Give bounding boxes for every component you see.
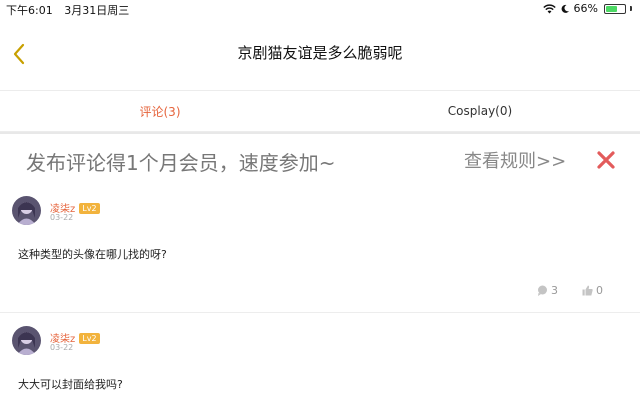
wifi-icon	[542, 3, 556, 13]
tab-cosplay[interactable]: Cosplay(0)	[320, 91, 640, 131]
battery-cap	[630, 6, 632, 11]
status-time: 下午6:01	[6, 4, 53, 17]
avatar[interactable]	[12, 326, 41, 355]
tab-bar: 评论(3) Cosplay(0)	[0, 90, 640, 132]
avatar-image	[12, 326, 41, 355]
level-badge: Lv2	[79, 203, 100, 214]
comment-date: 03-22	[50, 213, 74, 222]
tab-comments[interactable]: 评论(3)	[0, 91, 320, 131]
promo-banner: 发布评论得1个月会员，速度参加~ 查看规则>>	[0, 132, 640, 184]
like-count: 0	[596, 284, 603, 297]
comment-date: 03-22	[50, 343, 74, 352]
thumbs-up-icon	[582, 285, 593, 296]
view-rules-link[interactable]: 查看规则>>	[464, 147, 566, 173]
status-right: 66%	[542, 2, 632, 15]
comment-text: 这种类型的头像在哪儿找的呀?	[18, 248, 167, 261]
reply-button[interactable]: 3	[537, 284, 558, 297]
status-left: 下午6:01 3月31日周三	[6, 2, 137, 18]
comment-item: 凌柒z Lv2 03-22 大大可以封面给我吗?	[0, 320, 640, 412]
page-title: 京剧猫友谊是多么脆弱呢	[237, 44, 403, 62]
comment-item: 凌柒z Lv2 03-22 这种类型的头像在哪儿找的呀? 3 0	[0, 190, 640, 313]
comment-bubble-icon	[538, 285, 547, 296]
status-date: 3月31日周三	[64, 4, 130, 17]
battery-fill	[606, 5, 618, 12]
like-button[interactable]: 0	[582, 284, 603, 297]
level-badge: Lv2	[79, 333, 100, 344]
avatar-image	[12, 196, 41, 225]
close-icon	[597, 151, 615, 169]
avatar[interactable]	[12, 196, 41, 225]
comment-text: 大大可以封面给我吗?	[18, 378, 123, 391]
banner-close-button[interactable]	[596, 150, 616, 170]
battery-icon	[604, 3, 626, 14]
banner-text: 发布评论得1个月会员，速度参加~	[26, 151, 336, 175]
battery-percent: 66%	[573, 2, 598, 15]
nav-bar: 京剧猫友谊是多么脆弱呢	[0, 18, 640, 90]
moon-icon	[561, 4, 569, 13]
reply-count: 3	[551, 284, 558, 297]
status-bar: 下午6:01 3月31日周三 66%	[0, 0, 640, 18]
